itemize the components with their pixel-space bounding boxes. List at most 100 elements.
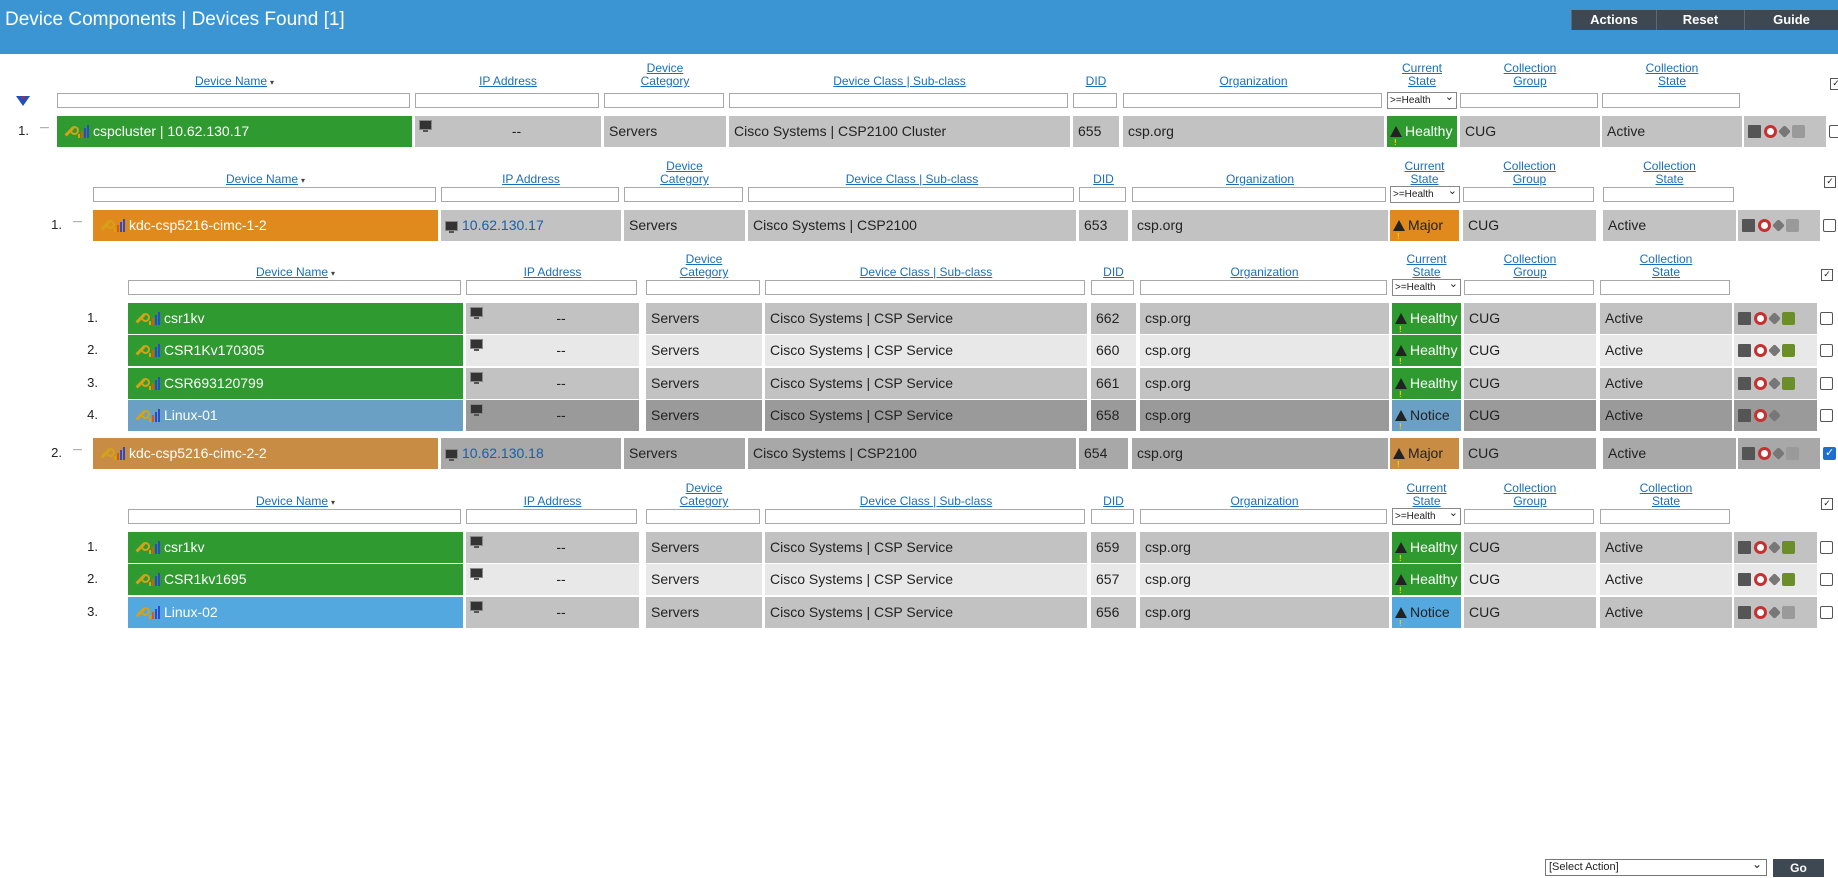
cluster-header-class[interactable]: Device Class | Sub-class <box>800 75 1000 88</box>
print-icon[interactable] <box>1738 377 1751 390</box>
go-button[interactable]: Go <box>1773 859 1824 877</box>
cluster-filter-ip[interactable] <box>415 93 599 108</box>
wrench-icon[interactable] <box>98 219 115 233</box>
component1-header-name[interactable]: Device Name ▾ <box>166 173 366 187</box>
tag-icon[interactable] <box>1768 409 1781 422</box>
component1-header-org[interactable]: Organization <box>1160 173 1360 186</box>
cell-name[interactable]: Linux-02 <box>128 597 463 628</box>
component1-children-filter-name[interactable] <box>128 280 461 295</box>
row-checkbox[interactable] <box>1820 344 1833 357</box>
row-checkbox[interactable] <box>1820 377 1833 390</box>
tag-icon[interactable] <box>1772 219 1785 232</box>
component1-children-filter-group[interactable] <box>1464 280 1594 295</box>
select-action-dropdown[interactable]: [Select Action] <box>1545 857 1767 876</box>
monitor-icon[interactable] <box>445 448 458 461</box>
cell-ip[interactable]: 10.62.130.18 <box>441 438 621 469</box>
component1-children-header-cstate[interactable]: Collection State <box>1626 253 1706 279</box>
row-checkbox[interactable] <box>1820 312 1833 325</box>
component1-children-header-category[interactable]: Device Category <box>664 253 744 279</box>
group-icon[interactable] <box>1786 447 1799 460</box>
cluster-header-cstate[interactable]: Collection State <box>1632 62 1712 88</box>
reset-button[interactable]: Reset <box>1656 10 1744 30</box>
lifebuoy-icon[interactable] <box>1754 541 1767 554</box>
device-name-link[interactable]: csr1kv <box>164 303 204 334</box>
filter-funnel-icon[interactable] <box>16 96 30 106</box>
component1-header-category[interactable]: Device Category <box>645 160 725 186</box>
component1-children-filter-ip[interactable] <box>466 280 637 295</box>
group-icon[interactable] <box>1792 125 1805 138</box>
cluster-header-ip[interactable]: IP Address <box>408 75 608 88</box>
cluster-header-group[interactable]: Collection Group <box>1490 62 1570 88</box>
component2-children-header-state[interactable]: Current State <box>1387 482 1467 508</box>
tag-icon[interactable] <box>1778 125 1791 138</box>
component1-children-filter-org[interactable] <box>1140 280 1387 295</box>
component1-header-state[interactable]: Current State <box>1385 160 1465 186</box>
component1-children-filter-cstate[interactable] <box>1600 280 1730 295</box>
monitor-icon[interactable] <box>470 568 483 580</box>
print-icon[interactable] <box>1738 344 1751 357</box>
component2-children-header-name[interactable]: Device Name ▾ <box>196 495 396 509</box>
component2-children-header-category[interactable]: Device Category <box>664 482 744 508</box>
sort-arrow-icon[interactable]: ▾ <box>331 267 335 280</box>
cluster-header-category[interactable]: Device Category <box>625 62 705 88</box>
bar-graph-icon[interactable] <box>149 377 160 390</box>
cell-name[interactable]: csr1kv <box>128 532 463 563</box>
lifebuoy-icon[interactable] <box>1764 125 1777 138</box>
tag-icon[interactable] <box>1768 377 1781 390</box>
wrench-icon[interactable] <box>62 125 79 139</box>
component1-filter-group[interactable] <box>1463 187 1594 202</box>
bar-graph-icon[interactable] <box>78 125 89 138</box>
component2-children-header-org[interactable]: Organization <box>1165 495 1365 508</box>
tag-icon[interactable] <box>1768 541 1781 554</box>
lifebuoy-icon[interactable] <box>1754 573 1767 586</box>
device-name-link[interactable]: cspcluster | 10.62.130.17 <box>93 116 249 147</box>
row-checkbox[interactable] <box>1820 409 1833 422</box>
cluster-filter-org[interactable] <box>1123 93 1382 108</box>
row-checkbox[interactable] <box>1823 219 1836 232</box>
component1-filter-category[interactable] <box>624 187 743 202</box>
row-checkbox[interactable] <box>1823 446 1836 460</box>
ip-link[interactable]: 10.62.130.17 <box>462 210 544 241</box>
cell-name[interactable]: CSR1kv1695 <box>128 564 463 595</box>
bar-graph-icon[interactable] <box>149 573 160 586</box>
cell-name[interactable]: CSR693120799 <box>128 368 463 399</box>
monitor-icon[interactable] <box>470 339 483 351</box>
print-icon[interactable] <box>1738 573 1751 586</box>
monitor-icon[interactable] <box>470 372 483 384</box>
lifebuoy-icon[interactable] <box>1754 606 1767 619</box>
row-checkbox[interactable] <box>1820 606 1833 619</box>
print-icon[interactable] <box>1738 606 1751 619</box>
component1-select-all-checkbox[interactable]: ✓ <box>1824 176 1836 188</box>
lifebuoy-icon[interactable] <box>1754 312 1767 325</box>
monitor-icon[interactable] <box>470 601 483 613</box>
cell-name[interactable]: cspcluster | 10.62.130.17 <box>57 116 412 147</box>
group-icon[interactable] <box>1782 344 1795 357</box>
component1-children-header-org[interactable]: Organization <box>1165 266 1365 279</box>
component2-children-header-ip[interactable]: IP Address <box>453 495 653 508</box>
monitor-icon[interactable] <box>419 120 432 132</box>
device-name-link[interactable]: Linux-01 <box>164 400 218 431</box>
row-checkbox[interactable] <box>1829 125 1838 138</box>
component1-children-select-all-checkbox[interactable]: ✓ <box>1821 269 1833 281</box>
component2-children-header-group[interactable]: Collection Group <box>1490 482 1570 508</box>
cluster-filter-state[interactable]: >=Health <box>1387 92 1457 109</box>
device-name-link[interactable]: csr1kv <box>164 532 204 563</box>
device-name-link[interactable]: Linux-02 <box>164 597 218 628</box>
tag-icon[interactable] <box>1768 606 1781 619</box>
component1-children-header-name[interactable]: Device Name ▾ <box>196 266 396 280</box>
cluster-filter-class[interactable] <box>729 93 1068 108</box>
component2-children-header-cstate[interactable]: Collection State <box>1626 482 1706 508</box>
print-icon[interactable] <box>1748 125 1761 138</box>
cluster-filter-category[interactable] <box>604 93 724 108</box>
bar-graph-icon[interactable] <box>149 541 160 554</box>
sort-arrow-icon[interactable]: ▾ <box>331 496 335 509</box>
print-icon[interactable] <box>1742 219 1755 232</box>
wrench-icon[interactable] <box>133 409 150 423</box>
row-checkbox[interactable] <box>1820 573 1833 586</box>
component2-children-filter-name[interactable] <box>128 509 461 524</box>
component2-children-filter-category[interactable] <box>646 509 760 524</box>
cell-ip[interactable]: 10.62.130.17 <box>441 210 621 241</box>
cell-name[interactable]: CSR1Kv170305 <box>128 335 463 366</box>
cluster-filter-did[interactable] <box>1073 93 1117 108</box>
print-icon[interactable] <box>1742 447 1755 460</box>
